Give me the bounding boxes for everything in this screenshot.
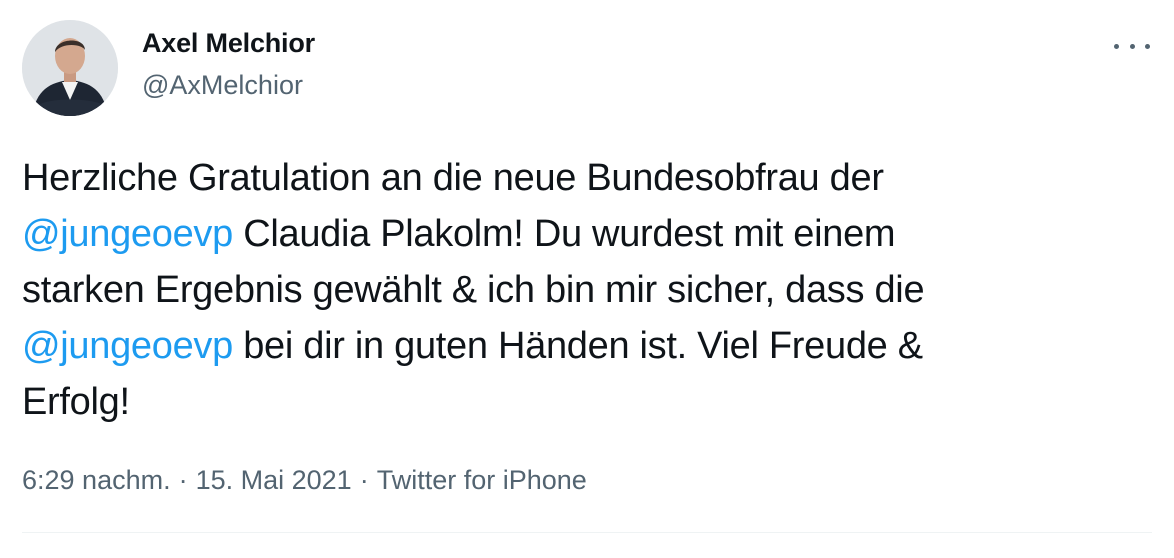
tweet-text-line: Herzliche Gratulation an die neue Bundes… [22,150,1142,206]
meta-separator: · [178,465,188,495]
more-horizontal-icon [1114,43,1119,49]
tweet-text: Herzliche Gratulation an die neue Bundes… [22,150,1142,430]
more-options-button[interactable] [1114,34,1150,58]
tweet-text-segment: starken Ergebnis gewählt & ich bin mir s… [22,269,925,311]
tweet-text-segment: Herzliche Gratulation an die neue Bundes… [22,157,884,199]
tweet-text-segment: Erfolg! [22,381,130,423]
divider [22,532,1152,533]
tweet-text-line: @jungeoevp Claudia Plakolm! Du wurdest m… [22,206,1142,262]
tweet-text-line: @jungeoevp bei dir in guten Händen ist. … [22,318,1142,374]
tweet-source[interactable]: Twitter for iPhone [377,465,587,495]
tweet-text-segment: Claudia Plakolm! Du wurdest mit einem [232,213,896,255]
mention-link[interactable]: @jungeoevp [22,213,233,255]
mention-link[interactable]: @jungeoevp [22,325,233,367]
avatar-photo [22,20,118,116]
author-name[interactable]: Axel Melchior [142,28,315,59]
avatar[interactable] [22,20,118,116]
more-horizontal-icon-dot [1129,43,1135,49]
author-handle[interactable]: @AxMelchior [142,70,303,101]
tweet-text-line: Erfolg! [22,374,1142,430]
tweet-time[interactable]: 6:29 nachm. [22,465,171,495]
tweet-text-segment: bei dir in guten Händen ist. Viel Freude… [232,325,923,367]
meta-separator: · [359,465,369,495]
tweet-date[interactable]: 15. Mai 2021 [196,465,352,495]
tweet-meta: 6:29 nachm. · 15. Mai 2021 · Twitter for iPh… [22,465,587,496]
more-horizontal-icon-dot [1145,43,1150,49]
tweet-text-line: starken Ergebnis gewählt & ich bin mir s… [22,262,1142,318]
